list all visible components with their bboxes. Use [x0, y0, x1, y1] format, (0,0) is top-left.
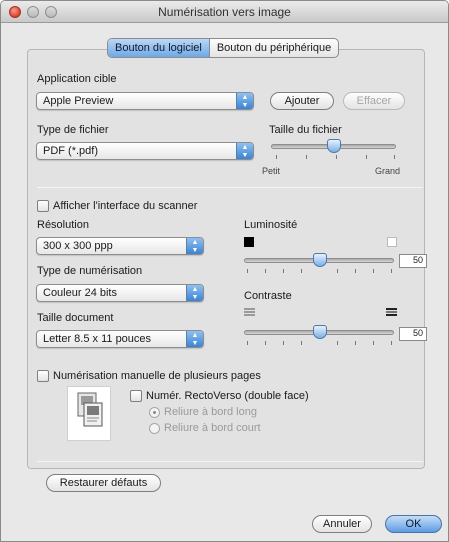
separator	[37, 461, 423, 462]
slider-tick	[337, 269, 338, 273]
slider-tick	[336, 155, 337, 159]
scan-type-value: Couleur 24 bits	[43, 287, 117, 299]
tab-device-button[interactable]: Bouton du périphérique	[210, 39, 338, 57]
title-bar[interactable]: Numérisation vers image	[1, 1, 448, 23]
file-type-select[interactable]: PDF (*.pdf) ▲ ▼	[36, 142, 254, 160]
file-size-label: Taille du fichier	[269, 124, 342, 136]
slider-tick	[265, 341, 266, 345]
ok-button[interactable]: OK	[385, 515, 442, 533]
show-scanner-interface-label: Afficher l'interface du scanner	[53, 200, 198, 212]
separator	[37, 187, 423, 188]
file-size-slider-knob[interactable]	[327, 139, 341, 153]
window-title: Numérisation vers image	[158, 5, 291, 19]
document-size-select[interactable]: Letter 8.5 x 11 pouces ▲ ▼	[36, 330, 204, 348]
document-size-value: Letter 8.5 x 11 pouces	[43, 333, 152, 345]
slider-tick	[373, 269, 374, 273]
scan-to-image-dialog: Numérisation vers image Bouton du logici…	[0, 0, 449, 542]
slider-tick	[391, 269, 392, 273]
remove-application-button[interactable]: Effacer	[343, 92, 405, 110]
slider-tick	[394, 155, 395, 159]
file-type-label: Type de fichier	[37, 124, 109, 136]
scan-type-select[interactable]: Couleur 24 bits ▲ ▼	[36, 284, 204, 302]
cancel-button[interactable]: Annuler	[312, 515, 372, 533]
slider-tick	[301, 341, 302, 345]
slider-tick	[355, 269, 356, 273]
contrast-label: Contraste	[244, 290, 292, 302]
brightness-label: Luminosité	[244, 219, 298, 231]
resolution-value: 300 x 300 ppp	[43, 240, 113, 252]
popup-arrows-icon: ▲ ▼	[186, 285, 203, 301]
brightness-value-field[interactable]: 50	[399, 254, 427, 268]
light-swatch-icon	[387, 237, 397, 247]
manual-multi-page-checkbox[interactable]	[37, 370, 49, 382]
slider-tick	[276, 155, 277, 159]
slider-tick	[247, 269, 248, 273]
popup-arrows-icon: ▲ ▼	[186, 238, 203, 254]
slider-tick	[337, 341, 338, 345]
dark-swatch-icon	[244, 237, 254, 247]
file-type-value: PDF (*.pdf)	[43, 145, 99, 157]
show-scanner-interface-checkbox[interactable]	[37, 200, 49, 212]
contrast-slider-knob[interactable]	[313, 325, 327, 339]
contrast-value-field[interactable]: 50	[399, 327, 427, 341]
long-edge-binding-radio[interactable]	[149, 407, 160, 418]
slider-tick	[247, 341, 248, 345]
popup-arrows-icon: ▲ ▼	[236, 93, 253, 109]
slider-tick	[373, 341, 374, 345]
slider-tick	[283, 269, 284, 273]
short-edge-binding-label: Reliure à bord court	[164, 422, 261, 434]
high-contrast-icon	[386, 308, 397, 317]
restore-defaults-button[interactable]: Restaurer défauts	[46, 474, 161, 492]
slider-tick	[301, 269, 302, 273]
popup-arrows-icon: ▲ ▼	[186, 331, 203, 347]
tab-software-button[interactable]: Bouton du logiciel	[108, 39, 210, 57]
file-size-min-label: Petit	[262, 166, 281, 176]
document-size-label: Taille document	[37, 312, 114, 324]
file-size-max-label: Grand	[375, 166, 401, 176]
slider-tick	[355, 341, 356, 345]
popup-arrows-icon: ▲ ▼	[236, 143, 253, 159]
low-contrast-icon	[244, 308, 255, 317]
duplex-scan-checkbox[interactable]	[130, 390, 142, 402]
manual-multi-page-label: Numérisation manuelle de plusieurs pages	[53, 370, 261, 382]
resolution-label: Résolution	[37, 219, 89, 231]
resolution-select[interactable]: 300 x 300 ppp ▲ ▼	[36, 237, 204, 255]
brightness-slider-knob[interactable]	[313, 253, 327, 267]
long-edge-binding-label: Reliure à bord long	[164, 406, 257, 418]
short-edge-binding-radio[interactable]	[149, 423, 160, 434]
tab-bar: Bouton du logiciel Bouton du périphériqu…	[107, 38, 340, 58]
slider-tick	[306, 155, 307, 159]
duplex-scan-label: Numér. RectoVerso (double face)	[146, 390, 309, 402]
duplex-document-icon	[67, 386, 111, 441]
add-application-button[interactable]: Ajouter	[270, 92, 334, 110]
slider-tick	[265, 269, 266, 273]
target-application-label: Application cible	[37, 73, 117, 85]
target-application-select[interactable]: Apple Preview ▲ ▼	[36, 92, 254, 110]
slider-tick	[283, 341, 284, 345]
slider-tick	[391, 341, 392, 345]
target-application-value: Apple Preview	[43, 95, 114, 107]
scan-type-label: Type de numérisation	[37, 265, 143, 277]
slider-tick	[366, 155, 367, 159]
